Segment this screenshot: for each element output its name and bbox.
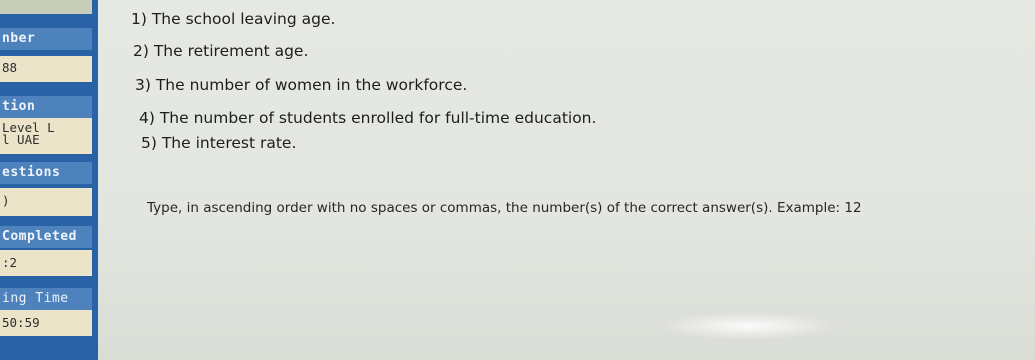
answer-instruction: Type, in ascending order with no spaces … bbox=[147, 200, 862, 216]
sidebar-top-box bbox=[0, 0, 92, 14]
answer-option-3: 3) The number of women in the workforce. bbox=[135, 76, 468, 94]
sidebar: nber 88 tion Level L l UAE estions ) Com… bbox=[0, 0, 98, 360]
sidebar-time-box: 50:59 bbox=[0, 310, 92, 336]
screen-glare bbox=[658, 312, 838, 340]
sidebar-questions-box: ) bbox=[0, 188, 92, 216]
remaining-time-value: 50:59 bbox=[2, 315, 40, 330]
sidebar-qualification-heading: tion bbox=[0, 96, 92, 118]
completed-value: :2 bbox=[2, 255, 18, 270]
sidebar-completed-heading: Completed bbox=[0, 226, 92, 248]
answer-option-4: 4) The number of students enrolled for f… bbox=[139, 109, 597, 127]
sidebar-number-heading: nber bbox=[0, 28, 92, 50]
question-number-value: 88 bbox=[2, 60, 18, 75]
sidebar-qualification-box: Level L l UAE bbox=[0, 118, 92, 154]
answer-option-5: 5) The interest rate. bbox=[141, 134, 297, 152]
qualification-uae: l UAE bbox=[2, 132, 40, 147]
sidebar-number-box: 88 bbox=[0, 56, 92, 82]
answer-option-1: 1) The school leaving age. bbox=[131, 10, 336, 28]
answer-option-2: 2) The retirement age. bbox=[133, 42, 309, 60]
question-panel: 1) The school leaving age. 2) The retire… bbox=[98, 0, 1035, 360]
sidebar-questions-heading: estions bbox=[0, 162, 92, 184]
sidebar-time-heading: ing Time bbox=[0, 288, 92, 310]
sidebar-completed-box: :2 bbox=[0, 250, 92, 276]
questions-value: ) bbox=[2, 193, 10, 208]
